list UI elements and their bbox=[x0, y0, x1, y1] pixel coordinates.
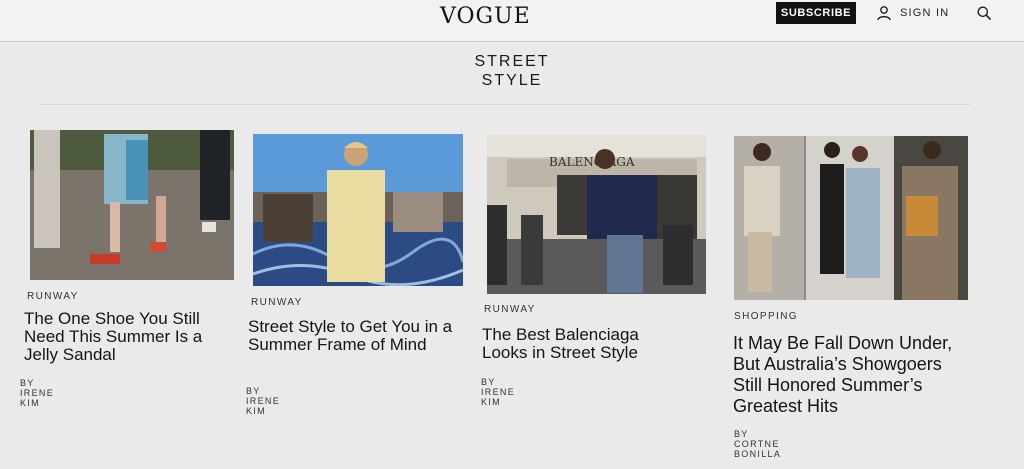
article-photo[interactable] bbox=[30, 130, 234, 280]
article-headline[interactable]: The Best Balenciaga Looks in Street Styl… bbox=[482, 326, 687, 362]
article-byline[interactable]: BY CORTNE BONILLA bbox=[734, 429, 781, 459]
vogue-logo[interactable]: VOGUE bbox=[440, 4, 531, 29]
article-photo[interactable] bbox=[734, 136, 968, 300]
article-rubric[interactable]: RUNWAY bbox=[251, 297, 303, 308]
article-rubric[interactable]: RUNWAY bbox=[27, 291, 79, 302]
article-headline[interactable]: It May Be Fall Down Under, But Australia… bbox=[733, 333, 973, 417]
section-title: STREET STYLE bbox=[0, 52, 1024, 90]
section-divider bbox=[40, 104, 970, 105]
article-byline[interactable]: BY IRENE KIM bbox=[246, 386, 280, 416]
article-rubric[interactable]: SHOPPING bbox=[734, 311, 798, 322]
sign-in-link[interactable]: SIGN IN bbox=[876, 4, 949, 22]
article-photo[interactable]: BALENCIAGA bbox=[487, 135, 706, 294]
sign-in-label: SIGN IN bbox=[900, 7, 950, 19]
article-rubric[interactable]: RUNWAY bbox=[484, 304, 536, 315]
storefront-sign: BALENCIAGA bbox=[549, 155, 635, 169]
search-icon[interactable] bbox=[976, 5, 992, 21]
site-header: VOGUE SUBSCRIBE SIGN IN bbox=[0, 0, 1024, 42]
article-photo[interactable] bbox=[253, 134, 463, 286]
article-byline[interactable]: BY IRENE KIM bbox=[20, 378, 54, 408]
article-headline[interactable]: Street Style to Get You in a Summer Fram… bbox=[248, 318, 458, 354]
section-title-line2: STYLE bbox=[481, 72, 543, 89]
article-headline[interactable]: The One Shoe You Still Need This Summer … bbox=[24, 310, 229, 364]
subscribe-button[interactable]: SUBSCRIBE bbox=[776, 2, 856, 24]
user-icon bbox=[877, 6, 891, 21]
section-title-line1: STREET bbox=[474, 53, 550, 70]
article-byline[interactable]: BY IRENE KIM bbox=[481, 377, 515, 407]
